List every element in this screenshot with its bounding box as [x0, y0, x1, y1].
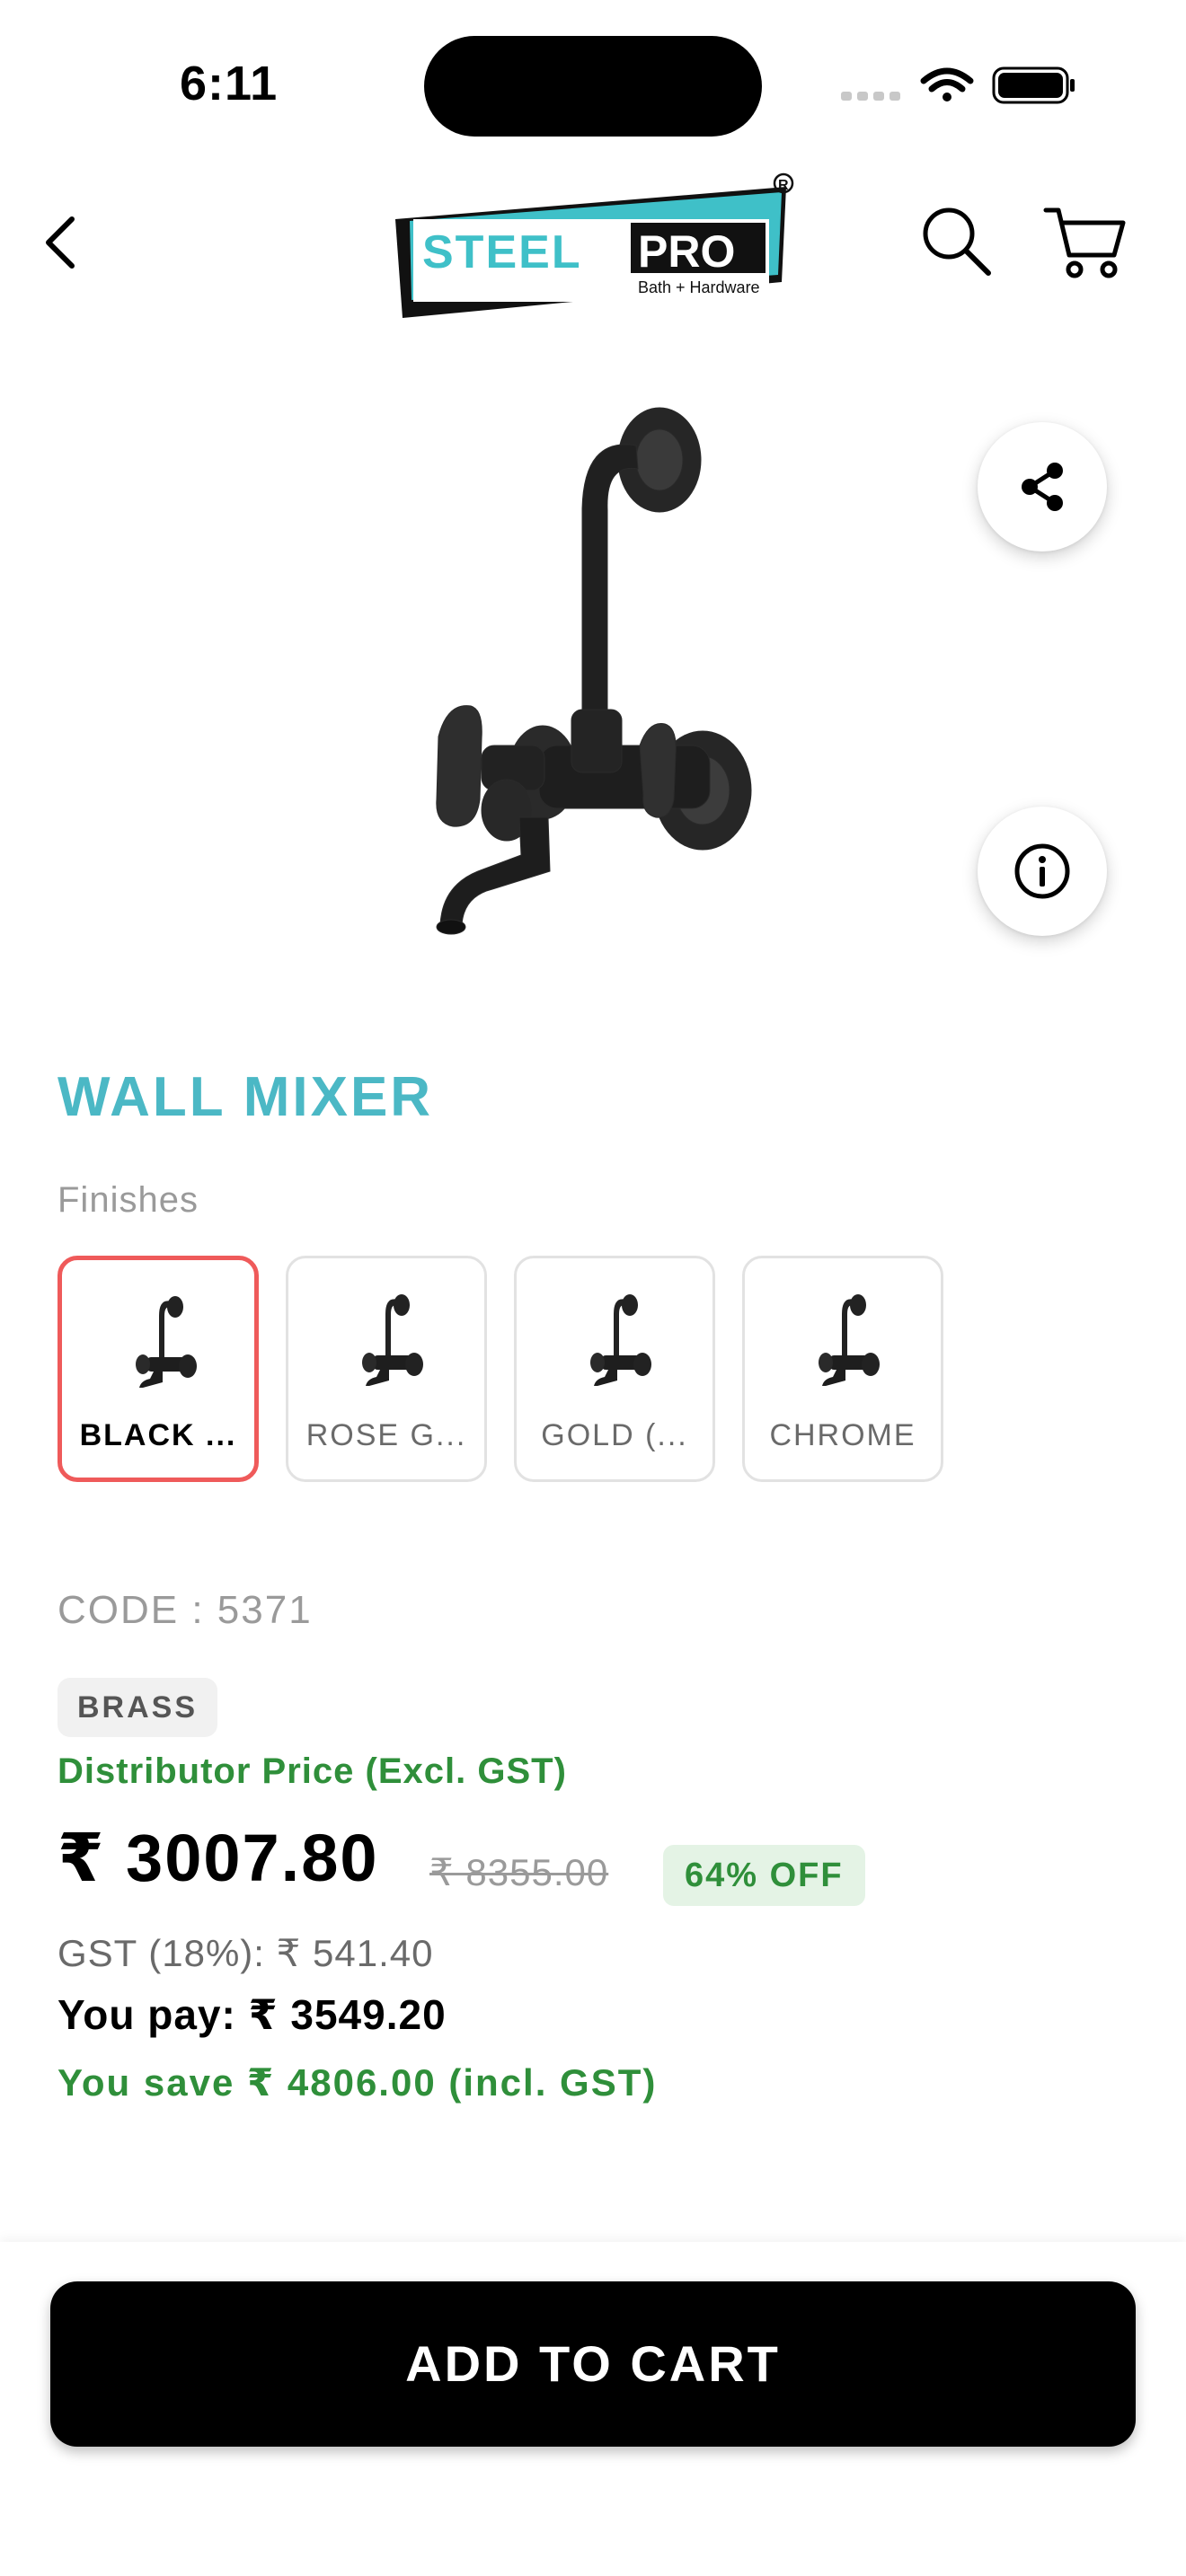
logo-pro-text: PRO: [638, 226, 735, 277]
product-title: WALL MIXER: [58, 1066, 434, 1128]
status-time: 6:11: [180, 57, 279, 110]
product-code: CODE : 5371: [58, 1588, 313, 1632]
finish-thumbnail: [362, 1294, 423, 1386]
gst-amount: GST (18%): ₹ 541.40: [58, 1932, 434, 1974]
share-button[interactable]: [978, 422, 1107, 551]
cart-button[interactable]: [1042, 201, 1128, 282]
svg-text:R: R: [778, 178, 789, 193]
info-button[interactable]: [978, 807, 1107, 936]
finish-option-chrome[interactable]: CHROME: [742, 1256, 943, 1482]
battery-icon: [992, 66, 1075, 104]
brand-logo: STEEL PRO Bath + Hardware R: [395, 172, 794, 318]
status-icons: [841, 66, 1075, 104]
material-badge: BRASS: [58, 1678, 218, 1737]
price-label: Distributor Price (Excl. GST): [58, 1751, 567, 1791]
wifi-icon: [920, 67, 974, 101]
finishes-label: Finishes: [58, 1180, 199, 1220]
bottom-action-bar: ADD TO CART: [0, 2242, 1186, 2576]
finish-option-black[interactable]: BLACK ...: [58, 1256, 259, 1482]
wall-mixer-product-image: [436, 407, 752, 935]
finish-label: GOLD (...: [541, 1418, 688, 1452]
app-header: STEEL PRO Bath + Hardware R: [0, 162, 1186, 341]
share-icon: [1022, 463, 1063, 511]
chevron-left-icon: [46, 216, 75, 269]
you-pay-amount: You pay: ₹ 3549.20: [58, 1991, 447, 2038]
finish-label: ROSE G...: [305, 1418, 467, 1452]
back-button[interactable]: [32, 207, 86, 278]
distributor-price: ₹ 3007.80: [58, 1821, 379, 1895]
signal-icon: [841, 92, 900, 101]
finish-option-gold[interactable]: GOLD (...: [514, 1256, 715, 1482]
cart-icon: [1043, 207, 1126, 278]
add-to-cart-button[interactable]: ADD TO CART: [50, 2281, 1136, 2447]
finish-thumbnail: [590, 1294, 651, 1386]
finish-label: BLACK ...: [79, 1418, 237, 1452]
dynamic-island: [424, 36, 762, 137]
search-icon: [923, 207, 991, 276]
info-icon: [1014, 843, 1070, 899]
status-bar: 6:11: [0, 0, 1186, 162]
search-button[interactable]: [916, 201, 997, 282]
discount-badge: 64% OFF: [663, 1845, 865, 1906]
logo-tagline: Bath + Hardware: [638, 278, 760, 296]
finish-thumbnail: [136, 1296, 197, 1388]
logo-brand-text: STEEL: [422, 226, 582, 278]
you-save-amount: You save ₹ 4806.00 (incl. GST): [58, 2061, 658, 2104]
finish-option-rose-gold[interactable]: ROSE G...: [286, 1256, 487, 1482]
finish-label: CHROME: [769, 1418, 916, 1452]
finish-thumbnail: [819, 1294, 880, 1386]
original-price: ₹ 8355.00: [429, 1851, 609, 1893]
